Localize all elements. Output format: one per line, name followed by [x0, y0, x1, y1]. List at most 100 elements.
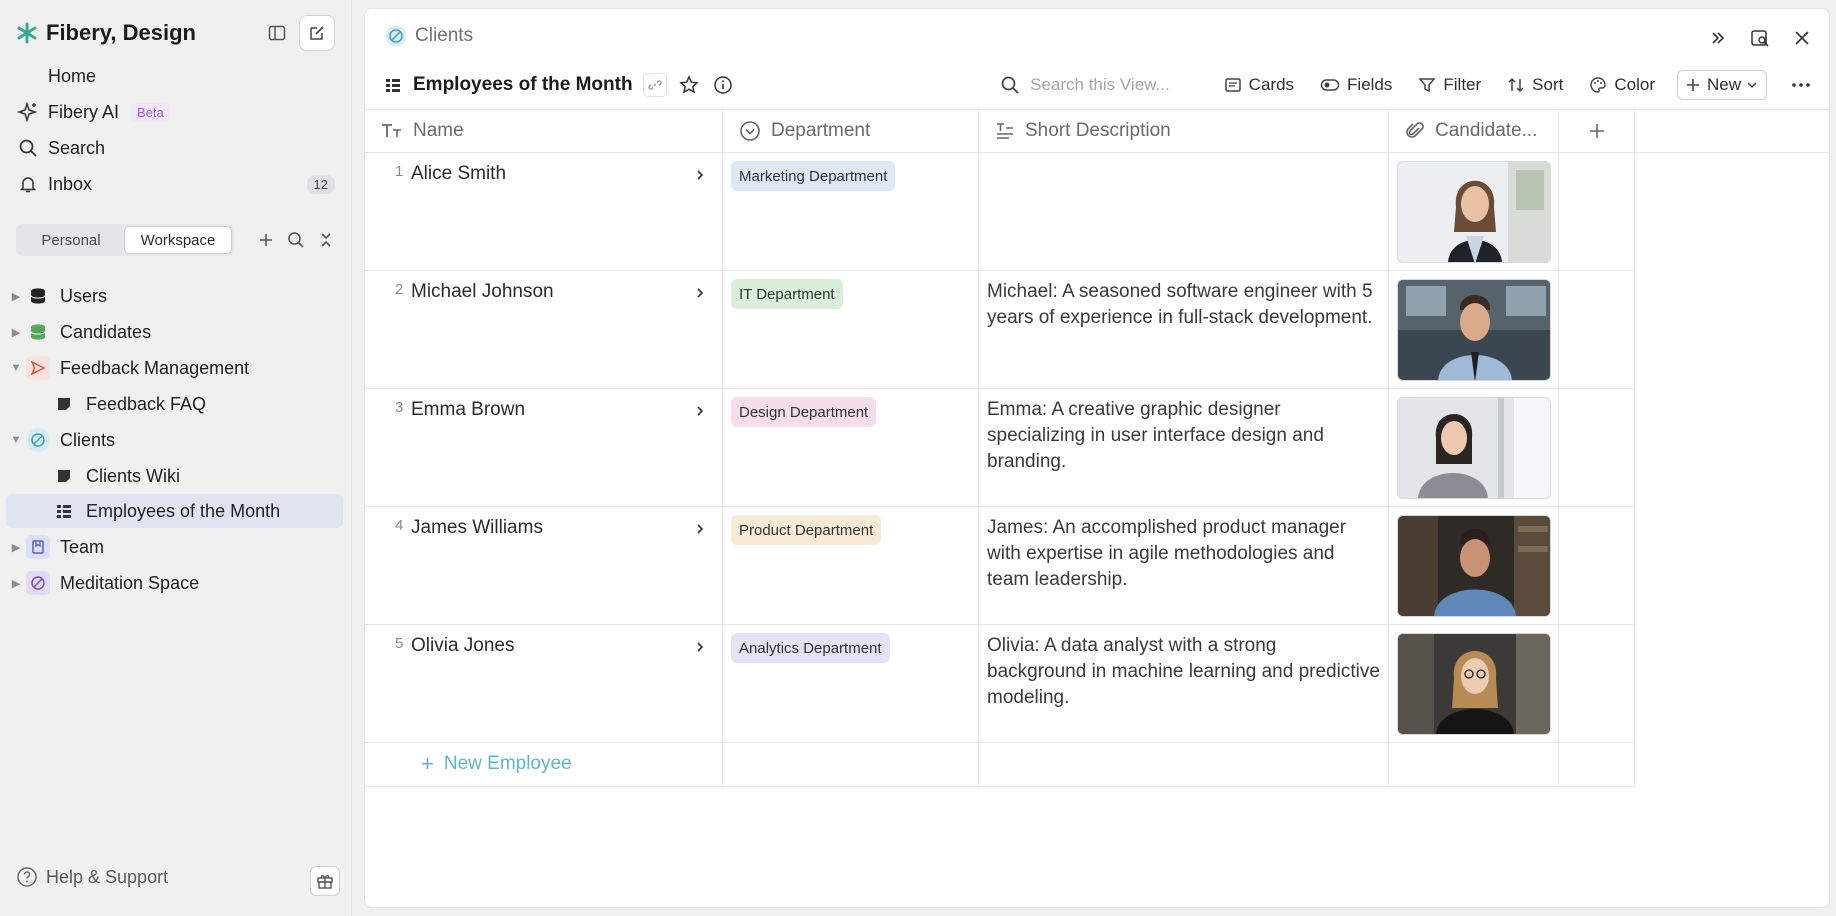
new-employee-button[interactable]: + New Employee [421, 753, 572, 775]
new-page-button[interactable] [299, 15, 335, 51]
help-support-link[interactable]: Help & Support [16, 866, 168, 888]
description-cell[interactable]: Michael: A seasoned software engineer wi… [979, 271, 1389, 388]
expand-caret-icon[interactable]: ▶ [6, 322, 26, 342]
row-number: 5 [395, 635, 404, 652]
gift-button[interactable] [310, 866, 340, 896]
tree-label: Employees of the Month [86, 500, 281, 521]
tree-item-meditation-space[interactable]: ▶ Meditation Space [6, 566, 343, 600]
candidate-photo-cell[interactable] [1389, 153, 1559, 270]
description-text: Emma: A creative graphic designer specia… [987, 399, 1324, 472]
link-icon[interactable] [642, 73, 667, 97]
chevron-right-icon[interactable] [692, 521, 708, 537]
nav-inbox[interactable]: Inbox 12 [16, 168, 335, 200]
more-options-icon[interactable] [1789, 82, 1813, 88]
search-icon [1001, 76, 1019, 94]
column-header-name[interactable]: Name [365, 110, 723, 152]
tree-item-feedback-management[interactable]: ▼ Feedback Management [6, 351, 343, 385]
name-cell[interactable]: 1 Alice Smith [365, 153, 723, 270]
table-row[interactable]: 1 Alice Smith Marketing Department [365, 153, 1635, 271]
collapse-all-icon[interactable] [314, 228, 338, 252]
department-cell[interactable]: IT Department [723, 271, 979, 388]
nav-fibery-ai[interactable]: Fibery AI Beta [16, 96, 335, 128]
description-cell[interactable]: Olivia: A data analyst with a strong bac… [979, 625, 1389, 742]
expand-caret-icon[interactable]: ▶ [6, 537, 26, 557]
double-chevron-right-icon[interactable] [1707, 27, 1729, 49]
sort-button[interactable]: Sort [1507, 75, 1563, 95]
app-window: Fibery, Design Home Fibery AI Beta Searc… [0, 0, 1836, 916]
eye-icon [1320, 79, 1340, 91]
employee-name: James Williams [411, 517, 543, 538]
search-icon[interactable] [284, 228, 308, 252]
candidate-photo-james[interactable] [1397, 515, 1551, 617]
empty-cell [1559, 743, 1635, 786]
candidate-photo-emma[interactable] [1397, 397, 1551, 499]
expand-caret-icon[interactable]: ▶ [6, 573, 26, 593]
tree-item-candidates[interactable]: ▶ Candidates [6, 315, 343, 349]
description-cell[interactable]: Emma: A creative graphic designer specia… [979, 389, 1389, 506]
filter-button[interactable]: Filter [1418, 75, 1481, 95]
chevron-right-icon[interactable] [692, 639, 708, 655]
description-text: Michael: A seasoned software engineer wi… [987, 281, 1373, 328]
chevron-right-icon[interactable] [692, 403, 708, 419]
candidate-photo-alice[interactable] [1397, 161, 1551, 263]
workspace-tab[interactable]: Workspace [124, 226, 232, 254]
description-cell[interactable] [979, 153, 1389, 270]
star-icon[interactable] [677, 73, 701, 97]
tree-item-clients-wiki[interactable]: Clients Wiki [6, 459, 343, 493]
candidate-photo-cell[interactable] [1389, 389, 1559, 506]
add-icon[interactable] [254, 228, 278, 252]
add-column-button[interactable] [1559, 110, 1635, 152]
chevron-down-icon [1747, 82, 1757, 89]
tree-label: Meditation Space [60, 572, 200, 593]
cards-button[interactable]: Cards [1224, 75, 1294, 95]
open-full-icon[interactable] [1749, 27, 1771, 49]
collapse-caret-icon[interactable]: ▼ [6, 358, 26, 378]
column-header-candidate[interactable]: Candidate... [1389, 110, 1559, 152]
nav-search[interactable]: Search [16, 132, 335, 164]
candidate-photo-michael[interactable] [1397, 279, 1551, 381]
info-icon[interactable] [711, 73, 735, 97]
table-row[interactable]: 5 Olivia Jones Analytics Department Oliv… [365, 625, 1635, 743]
tree-item-team[interactable]: ▶ Team [6, 530, 343, 564]
column-header-department[interactable]: Department [723, 110, 979, 152]
table-row[interactable]: 4 James Williams Product Department Jame… [365, 507, 1635, 625]
name-cell[interactable]: 3 Emma Brown [365, 389, 723, 506]
breadcrumb-space[interactable]: Clients [415, 25, 473, 47]
table-row[interactable]: 2 Michael Johnson IT Department Michael:… [365, 271, 1635, 389]
fields-button[interactable]: Fields [1320, 75, 1392, 95]
department-cell[interactable]: Analytics Department [723, 625, 979, 742]
collapse-caret-icon[interactable]: ▼ [6, 430, 26, 450]
tree-item-feedback-faq[interactable]: Feedback FAQ [6, 387, 343, 421]
candidate-photo-cell[interactable] [1389, 271, 1559, 388]
new-button[interactable]: New [1676, 70, 1767, 100]
name-cell[interactable]: 4 James Williams [365, 507, 723, 624]
employee-name: Emma Brown [411, 399, 526, 420]
close-icon[interactable] [1791, 27, 1813, 49]
candidate-photo-olivia[interactable] [1397, 633, 1551, 735]
department-cell[interactable]: Marketing Department [723, 153, 979, 270]
name-cell[interactable]: 2 Michael Johnson [365, 271, 723, 388]
expand-caret-icon[interactable]: ▶ [6, 286, 26, 306]
column-header-description[interactable]: Short Description [979, 110, 1389, 152]
chevron-right-icon[interactable] [692, 167, 708, 183]
tree-item-users[interactable]: ▶ Users [6, 279, 343, 313]
view-search-input[interactable]: Search this View... [1000, 75, 1170, 95]
personal-tab[interactable]: Personal [18, 226, 124, 254]
chevron-right-icon[interactable] [692, 285, 708, 301]
description-cell[interactable]: James: An accomplished product manager w… [979, 507, 1389, 624]
candidate-photo-cell[interactable] [1389, 625, 1559, 742]
tree-item-clients[interactable]: ▼ Clients [6, 423, 343, 457]
color-button[interactable]: Color [1589, 75, 1655, 95]
department-cell[interactable]: Design Department [723, 389, 979, 506]
view-title[interactable]: Employees of the Month [413, 74, 633, 96]
new-employee-cell[interactable]: + New Employee [365, 743, 723, 786]
name-cell[interactable]: 5 Olivia Jones [365, 625, 723, 742]
tree-item-employees-of-the-month[interactable]: Employees of the Month [6, 494, 343, 528]
nav-home[interactable]: Home [16, 60, 335, 92]
table-row[interactable]: 3 Emma Brown Design Department Emma: A c… [365, 389, 1635, 507]
department-badge: Marketing Department [731, 161, 896, 191]
department-cell[interactable]: Product Department [723, 507, 979, 624]
toggle-sidebar-icon[interactable] [259, 15, 295, 51]
workspace-name[interactable]: Fibery, Design [46, 20, 255, 46]
candidate-photo-cell[interactable] [1389, 507, 1559, 624]
